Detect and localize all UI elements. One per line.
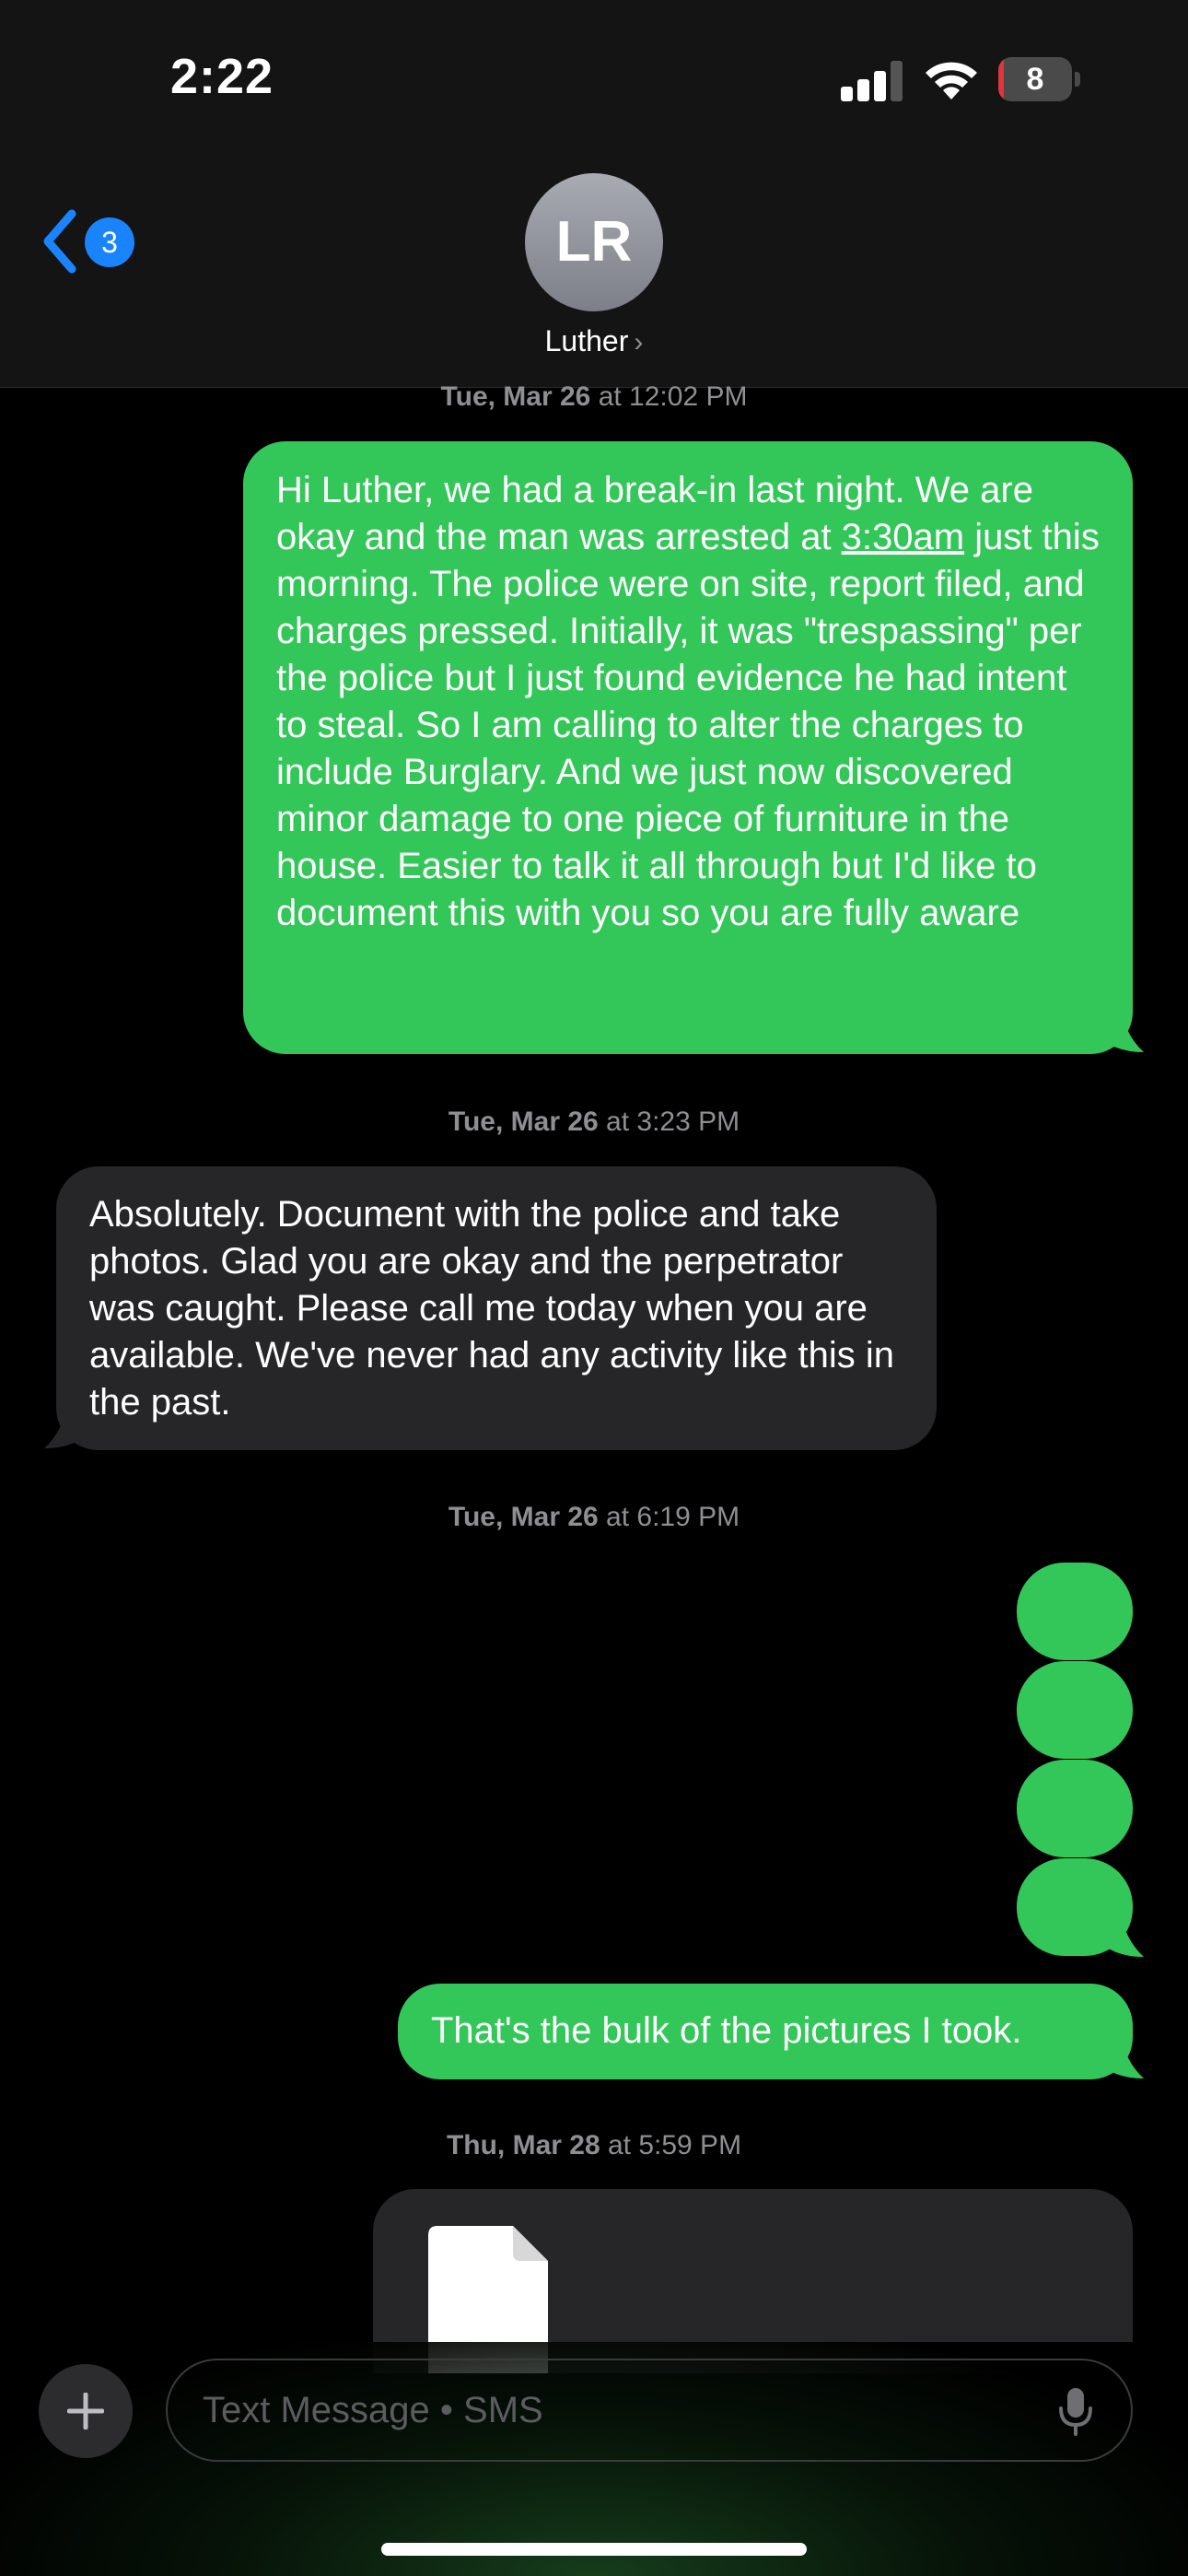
- timestamp-time: at 3:23 PM: [598, 1107, 740, 1137]
- status-time: 2:22: [170, 49, 274, 104]
- microphone-icon[interactable]: [1057, 2386, 1094, 2438]
- timestamp-day: Tue, Mar 26: [448, 1107, 599, 1137]
- photo-attachment[interactable]: [1017, 1661, 1133, 1759]
- home-indicator[interactable]: [381, 2543, 807, 2556]
- timestamp-time: at 6:19 PM: [598, 1502, 740, 1532]
- sent-message-bubble[interactable]: That's the bulk of the pictures I took.: [398, 1984, 1133, 2079]
- photo-attachment[interactable]: [1017, 1858, 1133, 1956]
- chevron-right-icon: ›: [634, 327, 644, 357]
- timestamp-day: Thu, Mar 28: [446, 2130, 600, 2160]
- back-button[interactable]: 3: [37, 205, 147, 278]
- compose-bar: Text Message • SMS: [0, 2342, 1188, 2576]
- plus-icon: [67, 2393, 104, 2430]
- sent-message-bubble[interactable]: Hi Luther, we had a break-in last night.…: [243, 441, 1133, 1054]
- message-timestamp: Thu, Mar 28 at 5:59 PM: [0, 2130, 1188, 2161]
- conversation-header: 3 LR Luther ›: [0, 157, 1188, 388]
- status-bar: 2:22 8: [0, 0, 1188, 157]
- photo-attachment[interactable]: [1017, 1760, 1133, 1857]
- message-text: just this morning. The police were on si…: [276, 517, 1100, 933]
- timestamp-time: at 5:59 PM: [600, 2130, 742, 2160]
- chevron-left-icon: [43, 209, 76, 274]
- timestamp-day: Tue, Mar 26: [448, 1502, 599, 1532]
- message-text: That's the bulk of the pictures I took.: [431, 2010, 1022, 2051]
- message-input[interactable]: Text Message • SMS: [166, 2359, 1133, 2462]
- message-timestamp: Tue, Mar 26 at 6:19 PM: [0, 1502, 1188, 1533]
- input-placeholder: Text Message • SMS: [203, 2390, 543, 2430]
- add-attachment-button[interactable]: [39, 2364, 133, 2458]
- unread-count-badge: 3: [85, 217, 134, 267]
- contact-name-button[interactable]: Luther ›: [0, 324, 1188, 358]
- wifi-icon: [926, 62, 977, 100]
- battery-level: 8: [1026, 62, 1044, 97]
- time-link[interactable]: 3:30am: [842, 517, 964, 557]
- message-text: Absolutely. Document with the police and…: [89, 1194, 895, 1423]
- battery-icon: 8: [998, 57, 1081, 101]
- message-timestamp: Tue, Mar 26 at 3:23 PM: [0, 1107, 1188, 1138]
- timestamp-day: Tue, Mar 26: [440, 381, 591, 412]
- message-timestamp: Tue, Mar 26 at 12:02 PM: [0, 381, 1188, 413]
- cellular-signal-icon: [841, 61, 903, 101]
- photo-attachment[interactable]: [1017, 1563, 1133, 1660]
- timestamp-time: at 12:02 PM: [590, 381, 748, 412]
- contact-avatar[interactable]: LR: [525, 173, 663, 311]
- received-message-bubble[interactable]: Absolutely. Document with the police and…: [56, 1166, 937, 1450]
- contact-name: Luther: [544, 324, 629, 357]
